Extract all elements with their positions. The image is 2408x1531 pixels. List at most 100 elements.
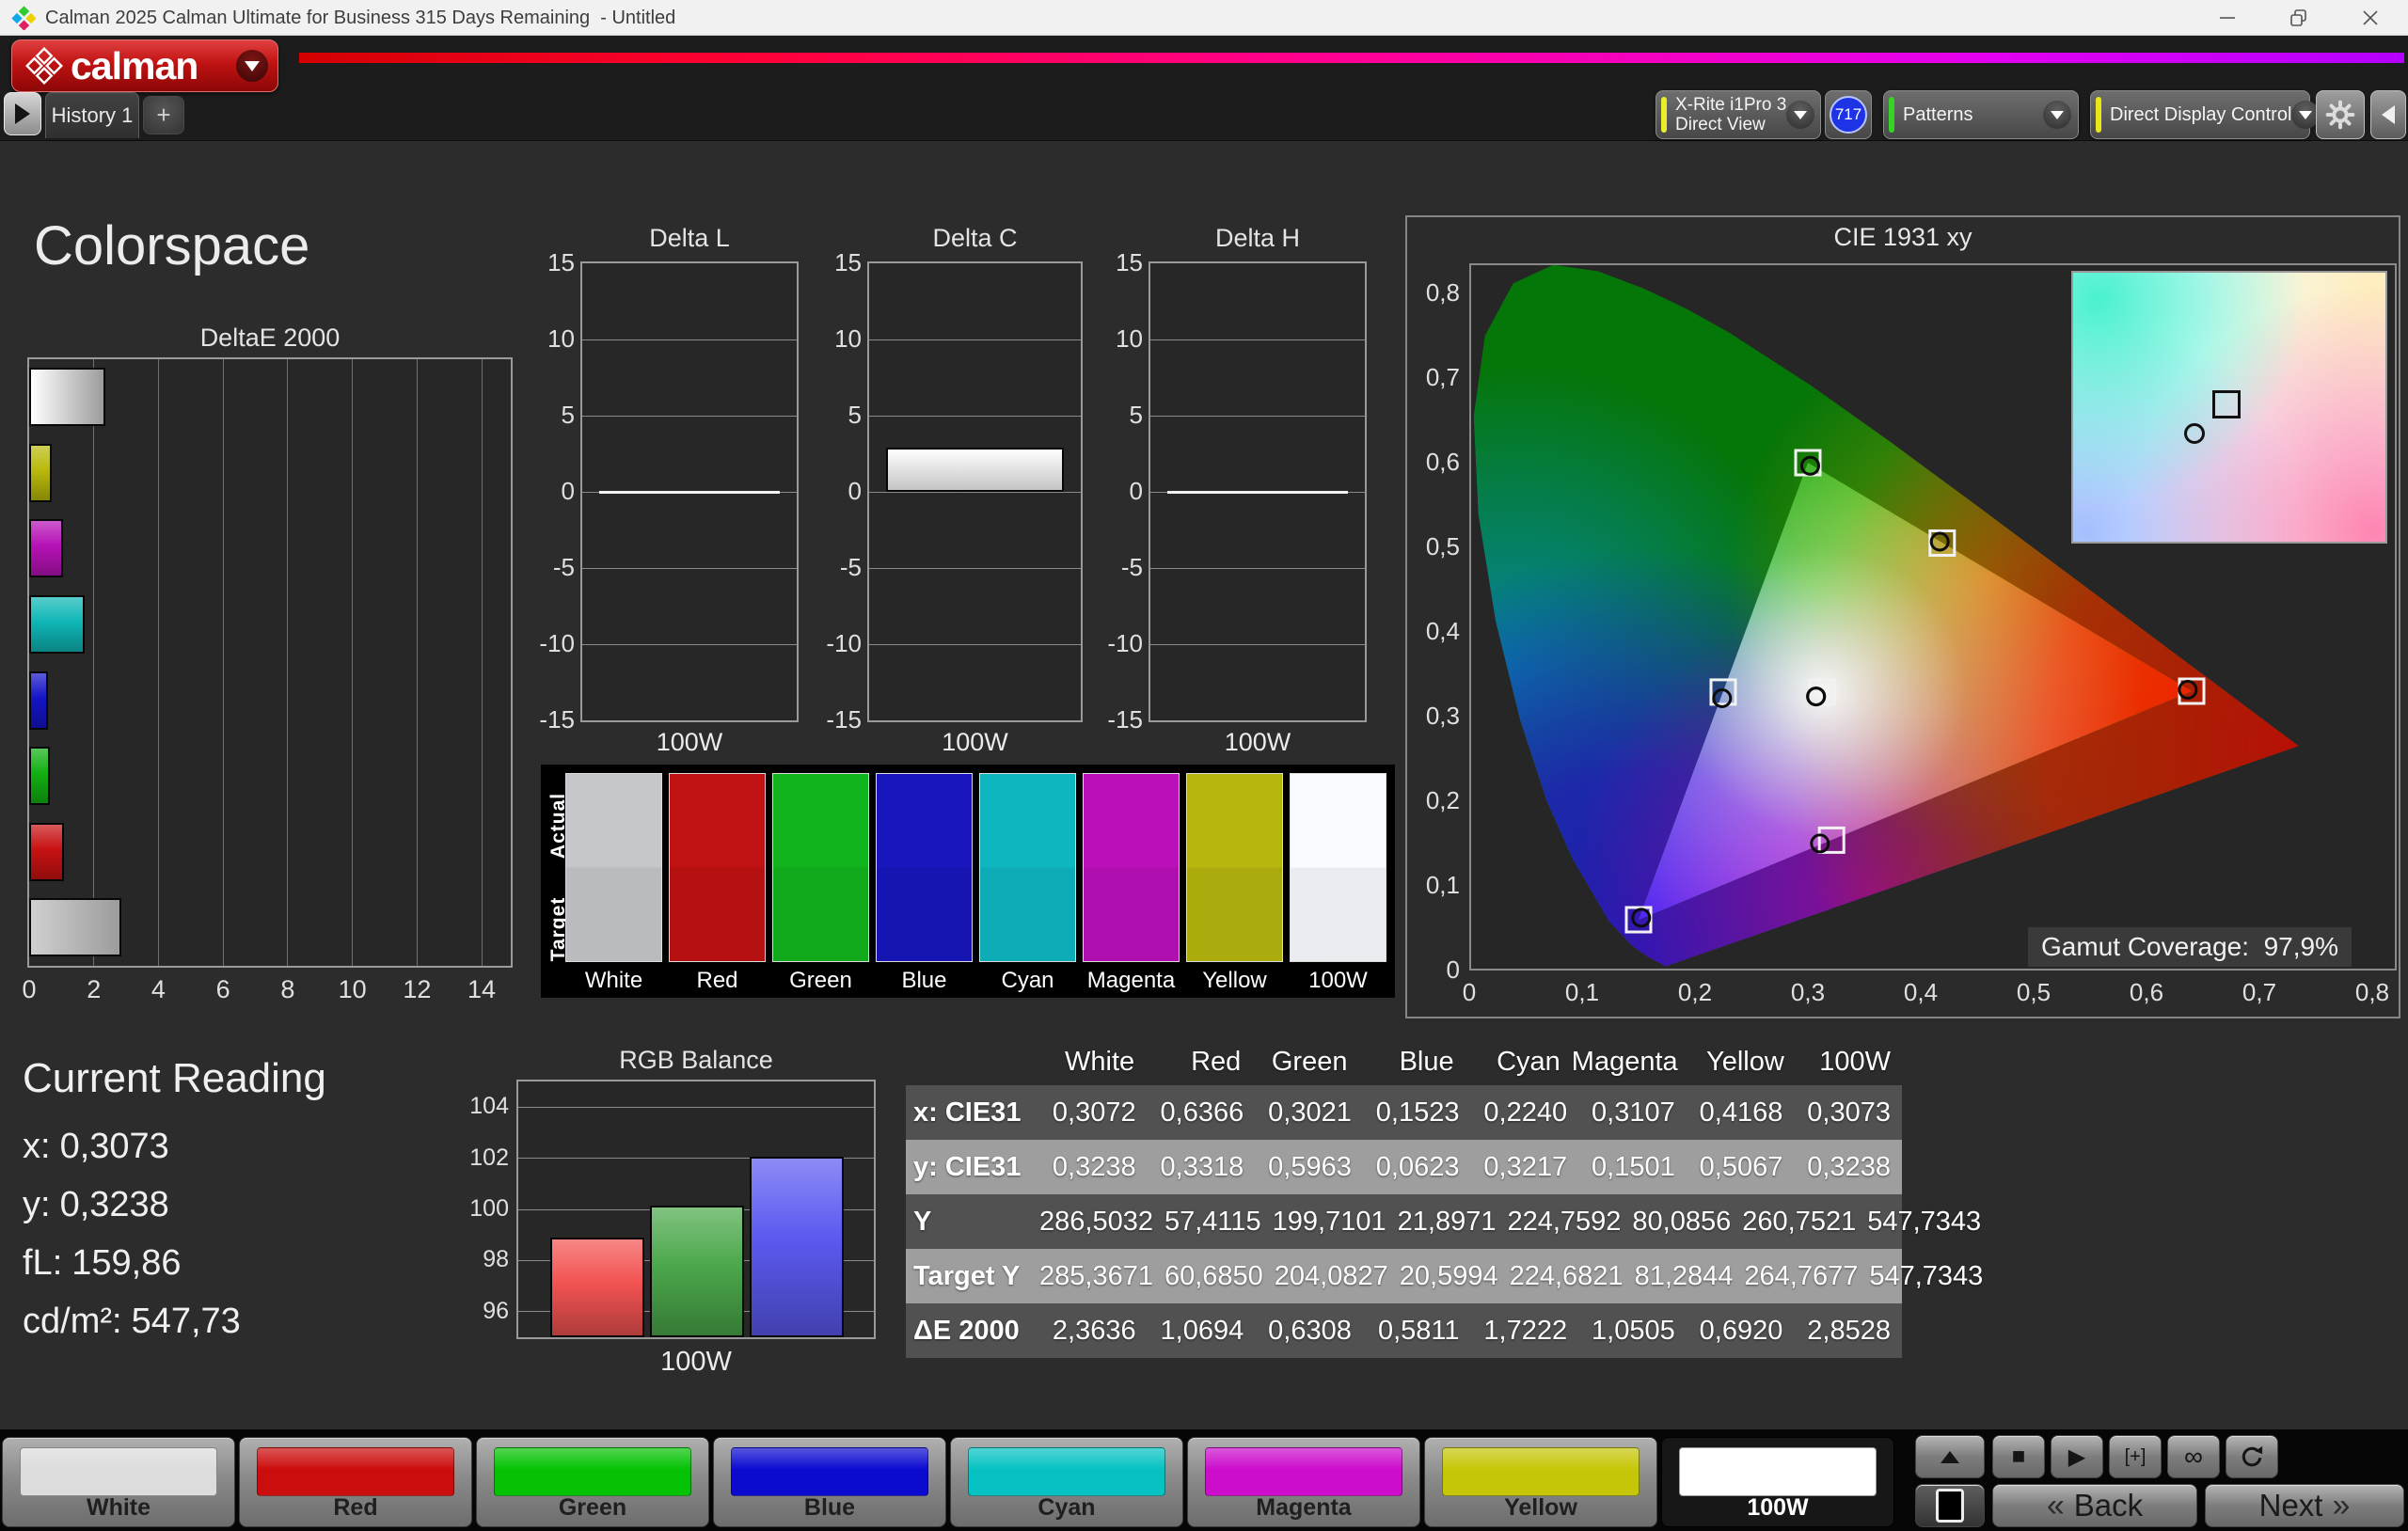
brand-gradient-stripe (299, 53, 2404, 63)
tab-label: History 1 (52, 103, 134, 128)
refresh-button[interactable] (2226, 1435, 2278, 1478)
delta_h-gridline (1150, 568, 1365, 569)
swatch-label-white: White (565, 968, 662, 994)
continuous-measure-button[interactable]: ∞ (2167, 1435, 2220, 1478)
delta-l-xlabel: 100W (580, 728, 799, 757)
deltae-bar-green (29, 747, 50, 805)
table-cell: 285,3671 (1039, 1261, 1164, 1292)
deltae-tick-label: 8 (260, 975, 316, 1004)
pattern-label: White (3, 1494, 234, 1522)
whitepoint-target-marker (2212, 390, 2241, 418)
tab-history-1[interactable]: History 1 (45, 92, 139, 138)
calman-diamond-icon (25, 47, 63, 85)
table-cell: 286,5032 (1039, 1207, 1164, 1238)
pattern-label: Yellow (1425, 1494, 1656, 1522)
whitepoint-zoom-inset (2071, 271, 2387, 544)
pattern-window-button[interactable] (1915, 1484, 1985, 1527)
table-cell: 547,7343 (1869, 1261, 1994, 1292)
pattern-label: Red (240, 1494, 471, 1522)
table-row: x: CIE310,30720,63660,30210,15230,22400,… (906, 1085, 1902, 1140)
swatch-magenta (1083, 773, 1180, 962)
delta_h-zero-line (1167, 491, 1348, 494)
delta_h-tick-label: 10 (1098, 324, 1143, 354)
table-cell: 204,0827 (1275, 1261, 1400, 1292)
swatch-label-cyan: Cyan (979, 968, 1076, 994)
deltae-gridline (352, 359, 353, 966)
meter-count-badge: 717 (1830, 96, 1867, 134)
minimize-button[interactable] (2197, 0, 2258, 36)
display-control-dropdown[interactable]: Direct Display Control (2090, 90, 2310, 139)
rgb-tick-label: 98 (464, 1246, 509, 1273)
delta_c-gridline (869, 644, 1081, 645)
pattern-button-100w[interactable]: 100W (1661, 1437, 1894, 1527)
reading-y: y:0,3238 (23, 1185, 179, 1225)
pattern-label: Cyan (951, 1494, 1182, 1522)
calman-menu-button[interactable]: calman (11, 39, 278, 92)
play-measure-button[interactable]: ▶ (2051, 1435, 2103, 1478)
infinity-icon: ∞ (2184, 1442, 2203, 1472)
pattern-button-blue[interactable]: Blue (713, 1437, 946, 1527)
chevron-down-icon[interactable] (1786, 101, 1814, 129)
pattern-button-green[interactable]: Green (476, 1437, 709, 1527)
table-cell: 0,5811 (1363, 1316, 1471, 1347)
pattern-button-magenta[interactable]: Magenta (1187, 1437, 1420, 1527)
delta_c-tick-label: 5 (816, 401, 862, 430)
restore-button[interactable] (2269, 0, 2329, 36)
chevron-down-icon (245, 61, 260, 71)
back-button[interactable]: « Back (1992, 1484, 2197, 1527)
deltae-bar-magenta (29, 519, 63, 577)
pattern-button-cyan[interactable]: Cyan (950, 1437, 1183, 1527)
rgb-bar-red (550, 1238, 644, 1337)
rgb-bar-green (650, 1206, 744, 1337)
row-label: y: CIE31 (906, 1152, 1039, 1183)
pattern-button-yellow[interactable]: Yellow (1424, 1437, 1657, 1527)
single-measure-button[interactable]: [+] (2109, 1435, 2162, 1478)
pattern-button-white[interactable]: White (2, 1437, 235, 1527)
cie-1931-panel: CIE 1931 xy Gamut Coverage: 97,9% 00,10,… (1405, 215, 2400, 1018)
deltae-gridline (287, 359, 288, 966)
delta_l-tick-label: 0 (530, 477, 575, 506)
close-button[interactable] (2340, 0, 2400, 36)
settings-button[interactable] (2316, 90, 2365, 139)
reading-fl: fL:159,86 (23, 1243, 190, 1284)
deltae-gridline (223, 359, 224, 966)
table-cell: 57,4115 (1164, 1207, 1273, 1238)
swatch-red (669, 773, 766, 962)
table-cell: 547,7343 (1867, 1207, 1992, 1238)
delta_c-tick-label: 10 (816, 324, 862, 354)
session-play-button[interactable] (4, 92, 41, 135)
deltae-gridline (482, 359, 483, 966)
meter-dropdown[interactable]: X-Rite i1Pro 3 Direct View (1656, 90, 1821, 139)
pattern-panel-up-button[interactable] (1915, 1435, 1985, 1478)
add-tab-button[interactable]: + (143, 96, 184, 134)
delta-l-title: Delta L (580, 224, 799, 253)
delta_l-tick-label: 15 (530, 248, 575, 277)
collapse-panel-button[interactable] (2370, 90, 2406, 139)
delta_h-gridline (1150, 644, 1365, 645)
meter-status-button[interactable]: 717 (1825, 90, 1872, 139)
cie-xtick-label: 0,7 (2226, 978, 2292, 1007)
delta_h-tick-label: -10 (1098, 629, 1143, 658)
deltae-bar-100w (29, 898, 121, 956)
pattern-label: 100W (1662, 1494, 1893, 1522)
deltae-bar-cyan (29, 595, 85, 654)
refresh-icon (2239, 1444, 2265, 1470)
chevron-down-icon[interactable] (2043, 101, 2071, 129)
column-header-cyan: Cyan (1465, 1047, 1572, 1078)
pattern-button-red[interactable]: Red (239, 1437, 472, 1527)
rgb-balance-title: RGB Balance (516, 1046, 876, 1075)
swatch-green (772, 773, 869, 962)
deltae-tick-label: 14 (453, 975, 510, 1004)
table-cell: 0,6308 (1255, 1316, 1363, 1347)
patterns-dropdown[interactable]: Patterns (1883, 90, 2079, 139)
column-header-white: White (1039, 1047, 1146, 1078)
pattern-swatch-red (257, 1447, 454, 1496)
table-cell: 0,3238 (1794, 1152, 1902, 1183)
next-button[interactable]: Next » (2205, 1484, 2404, 1527)
stop-button[interactable]: ■ (1992, 1435, 2045, 1478)
patterns-label: Patterns (1903, 104, 1972, 125)
deltae-bar-yellow (29, 444, 52, 502)
cie-ytick-label: 0,5 (1411, 532, 1460, 561)
app-logo-icon (11, 6, 36, 30)
menu-arrow[interactable] (236, 50, 268, 82)
